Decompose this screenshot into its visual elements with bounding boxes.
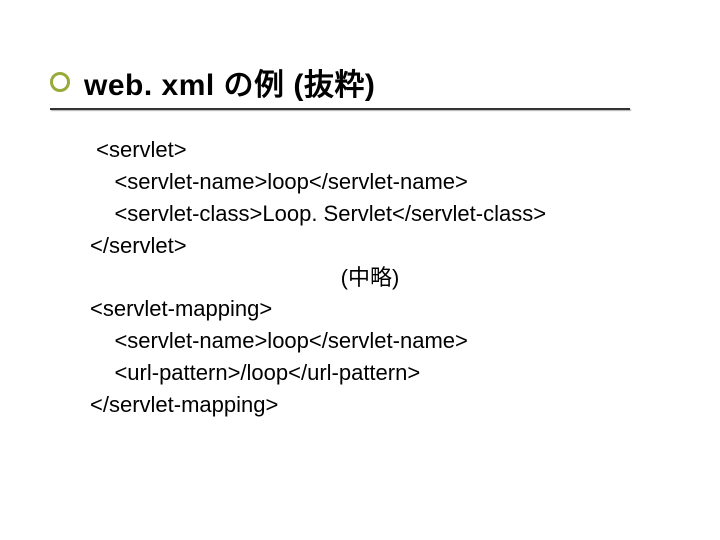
- code-line-3: <servlet-class>Loop. Servlet</servlet-cl…: [90, 198, 670, 230]
- code-line-6: <servlet-name>loop</servlet-name>: [90, 325, 670, 357]
- slide-title: web. xml の例 (抜粋): [84, 60, 375, 104]
- code-line-8: </servlet-mapping>: [90, 389, 670, 421]
- slide: web. xml の例 (抜粋) <servlet> <servlet-name…: [0, 0, 720, 540]
- bullet-icon: [50, 72, 70, 92]
- code-line-1: <servlet>: [90, 134, 670, 166]
- code-block: <servlet> <servlet-name>loop</servlet-na…: [90, 134, 670, 421]
- title-row: web. xml の例 (抜粋): [50, 60, 670, 104]
- omission-marker: (中略): [70, 262, 670, 294]
- code-line-2: <servlet-name>loop</servlet-name>: [90, 166, 670, 198]
- code-line-5: <servlet-mapping>: [90, 293, 670, 325]
- title-underline: [50, 108, 630, 110]
- code-line-7: <url-pattern>/loop</url-pattern>: [90, 357, 670, 389]
- code-line-4: </servlet>: [90, 230, 670, 262]
